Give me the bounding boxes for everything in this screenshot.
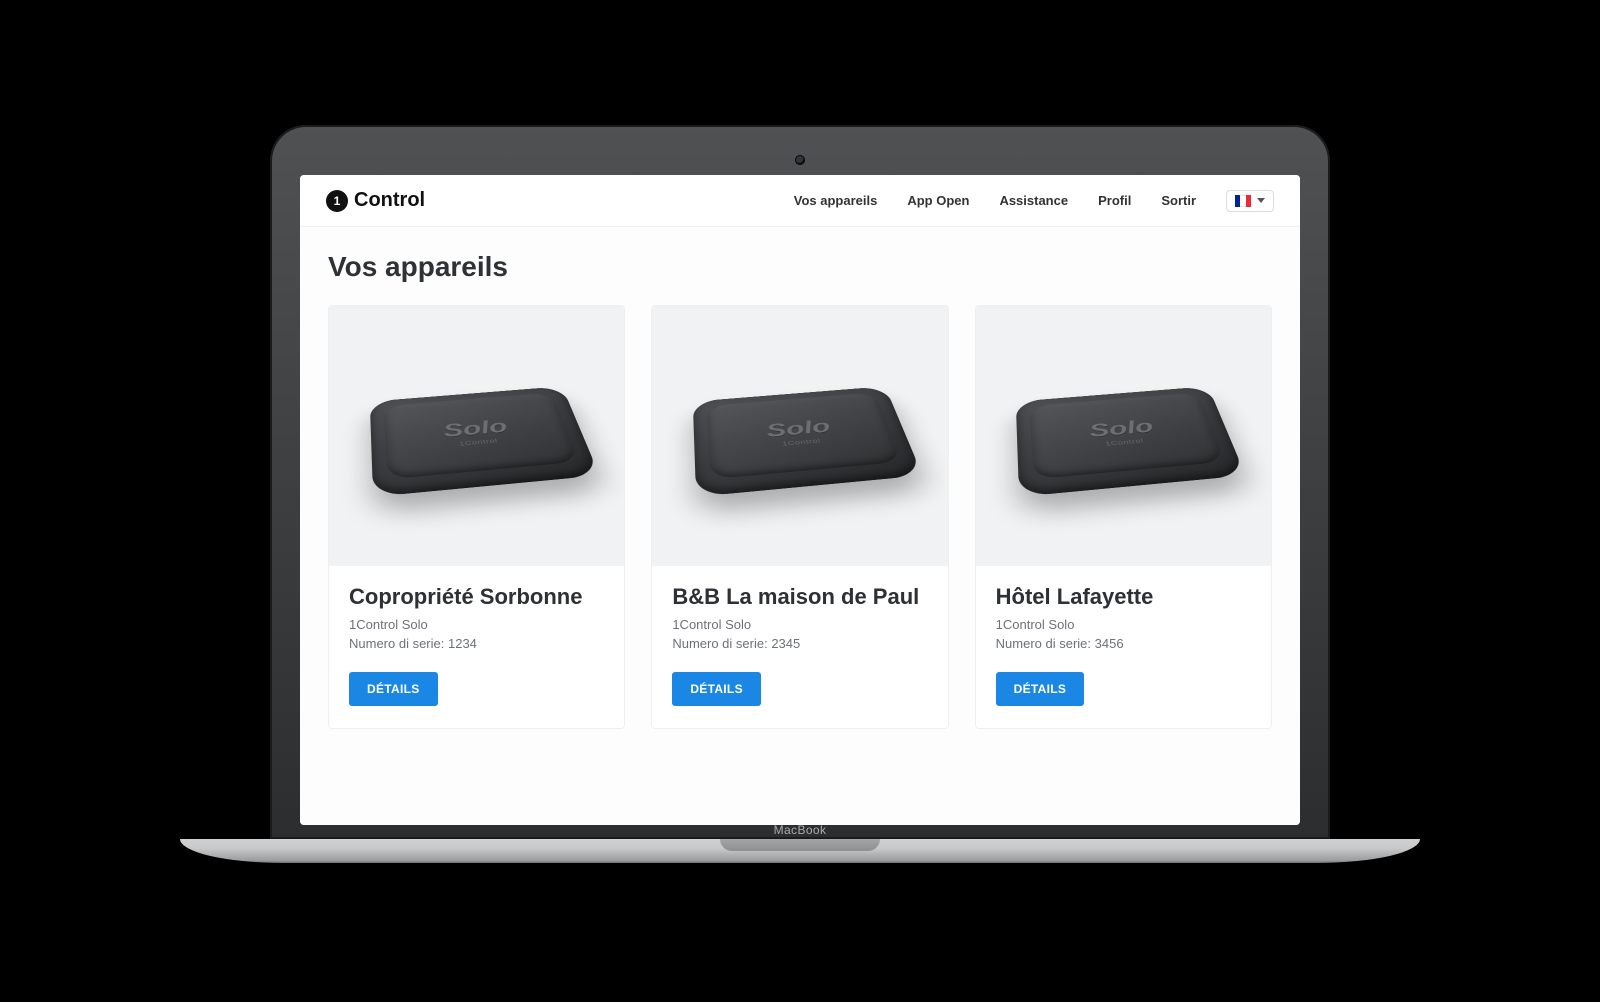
camera-icon xyxy=(795,155,805,165)
device-model: 1Control Solo xyxy=(672,616,927,635)
device-brand-text: Solo xyxy=(442,417,510,440)
app-screen: 1 Control Vos appareils App Open Assista… xyxy=(300,175,1300,825)
device-card: Solo 1Control Hôtel Lafayette 1Control S… xyxy=(975,305,1272,729)
device-grid: Solo 1Control Copropriété Sorbonne 1Cont… xyxy=(328,305,1272,729)
device-image: Solo 1Control xyxy=(976,306,1271,566)
device-card-body: Hôtel Lafayette 1Control Solo Numero di … xyxy=(976,566,1271,728)
laptop-brand-text: MacBook xyxy=(774,823,827,837)
top-bar: 1 Control Vos appareils App Open Assista… xyxy=(300,175,1300,227)
nav-link-assistance[interactable]: Assistance xyxy=(999,193,1068,208)
device-image: Solo 1Control xyxy=(652,306,947,566)
device-card: Solo 1Control Copropriété Sorbonne 1Cont… xyxy=(328,305,625,729)
page-content: Vos appareils Solo 1Control xyxy=(300,227,1300,825)
device-serial: Numero di serie: 3456 xyxy=(996,635,1251,654)
device-name: Copropriété Sorbonne xyxy=(349,584,604,610)
brand-logo[interactable]: 1 Control xyxy=(326,189,425,212)
logo-mark-icon: 1 xyxy=(326,190,348,212)
laptop-lid: 1 Control Vos appareils App Open Assista… xyxy=(270,125,1330,839)
details-button[interactable]: DÉTAILS xyxy=(996,672,1085,706)
nav-link-sortir[interactable]: Sortir xyxy=(1161,193,1196,208)
device-icon: Solo 1Control xyxy=(1016,386,1246,497)
chevron-down-icon xyxy=(1257,198,1265,203)
device-serial: Numero di serie: 2345 xyxy=(672,635,927,654)
device-image: Solo 1Control xyxy=(329,306,624,566)
device-card-body: Copropriété Sorbonne 1Control Solo Numer… xyxy=(329,566,624,728)
nav-link-devices[interactable]: Vos appareils xyxy=(794,193,878,208)
details-button[interactable]: DÉTAILS xyxy=(349,672,438,706)
logo-text: Control xyxy=(354,189,425,212)
device-model: 1Control Solo xyxy=(349,616,604,635)
device-icon: Solo 1Control xyxy=(369,386,599,497)
nav-link-app-open[interactable]: App Open xyxy=(907,193,969,208)
device-card: Solo 1Control B&B La maison de Paul 1Con… xyxy=(651,305,948,729)
device-name: Hôtel Lafayette xyxy=(996,584,1251,610)
device-serial: Numero di serie: 1234 xyxy=(349,635,604,654)
device-brand-text: Solo xyxy=(765,417,833,440)
device-icon: Solo 1Control xyxy=(693,386,923,497)
device-card-body: B&B La maison de Paul 1Control Solo Nume… xyxy=(652,566,947,728)
laptop-mockup: 1 Control Vos appareils App Open Assista… xyxy=(180,125,1420,877)
device-model: 1Control Solo xyxy=(996,616,1251,635)
device-name: B&B La maison de Paul xyxy=(672,584,927,610)
page-title: Vos appareils xyxy=(328,251,1272,283)
flag-france-icon xyxy=(1235,195,1251,207)
details-button[interactable]: DÉTAILS xyxy=(672,672,761,706)
laptop-base: MacBook xyxy=(180,839,1420,877)
main-nav: Vos appareils App Open Assistance Profil… xyxy=(794,190,1274,212)
language-selector[interactable] xyxy=(1226,190,1274,212)
device-brand-text: Solo xyxy=(1088,417,1156,440)
nav-link-profil[interactable]: Profil xyxy=(1098,193,1131,208)
